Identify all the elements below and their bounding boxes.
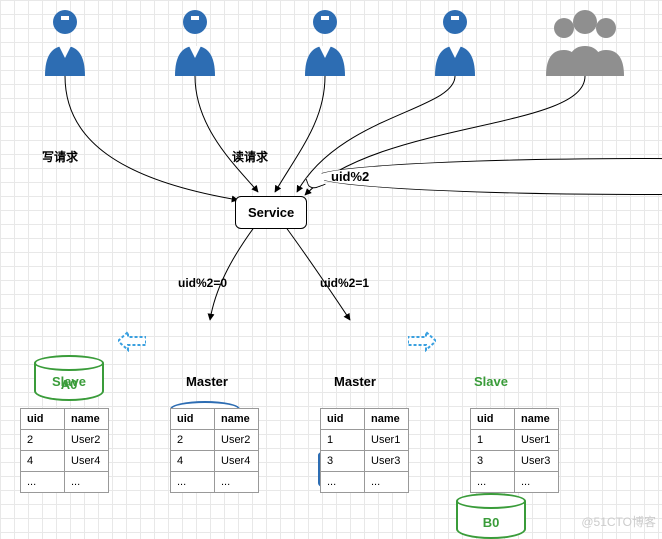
slave-label: Slave [44,374,94,389]
shard-a-condition: uid%2=0 [178,276,227,290]
th-uid: uid [321,409,365,430]
db-b0-label: B0 [456,515,526,530]
table-row: 1User1 [321,430,409,451]
table-row: ...... [471,472,559,493]
table-row: ...... [171,472,259,493]
table-row: ...... [21,472,109,493]
th-uid: uid [471,409,515,430]
th-uid: uid [171,409,215,430]
th-name: name [365,409,409,430]
shard-rule-label: uid%2 [331,169,369,184]
table-row: ...... [321,472,409,493]
write-request-label: 写请求 [42,148,78,165]
user-icon [35,6,95,79]
db-b0-cylinder: B0 [456,493,526,539]
table-b0: uidname 1User1 3User3 ...... [470,408,559,493]
table-b: uidname 1User1 3User3 ...... [320,408,409,493]
th-name: name [515,409,559,430]
th-name: name [65,409,109,430]
replication-right-icon [408,330,436,352]
table-row: 3User3 [471,451,559,472]
th-uid: uid [21,409,65,430]
user-icon [165,6,225,79]
table-row: 1User1 [471,430,559,451]
table-row: 3User3 [321,451,409,472]
shard-b-condition: uid%2=1 [320,276,369,290]
table-row: 2User2 [171,430,259,451]
table-row: 4User4 [21,451,109,472]
master-label: Master [172,374,242,389]
read-request-label: 读请求 [232,148,268,165]
th-name: name [215,409,259,430]
table-row: 2User2 [21,430,109,451]
user-icon [425,6,485,79]
speech-bubble: uid%2 [316,158,662,195]
slave-label: Slave [466,374,516,389]
table-row: 4User4 [171,451,259,472]
service-node: Service [235,196,307,229]
replication-left-icon [118,330,146,352]
user-icon [295,6,355,79]
group-icon [540,6,630,79]
table-a0: uidname 2User2 4User4 ...... [20,408,109,493]
master-label: Master [320,374,390,389]
table-a: uidname 2User2 4User4 ...... [170,408,259,493]
watermark: @51CTO博客 [581,513,656,530]
